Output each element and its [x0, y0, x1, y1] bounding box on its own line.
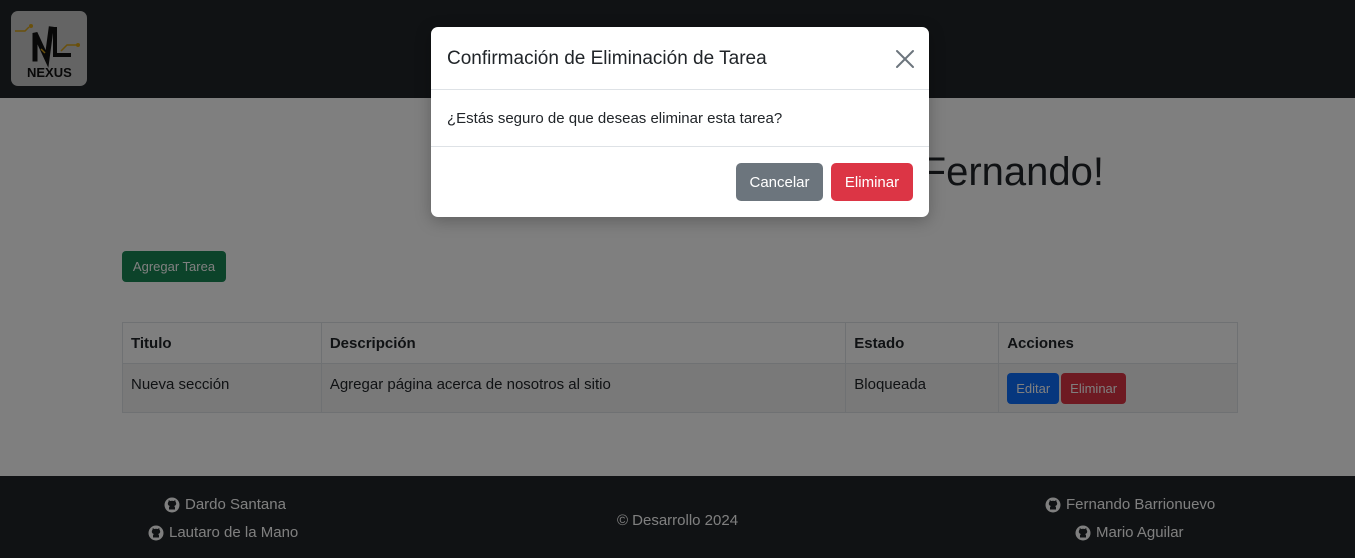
modal-message: ¿Estás seguro de que deseas eliminar est…	[447, 110, 783, 127]
modal-title: Confirmación de Eliminación de Tarea	[447, 48, 767, 69]
close-icon[interactable]	[895, 49, 915, 69]
cancel-button[interactable]: Cancelar	[736, 163, 823, 201]
delete-confirmation-modal: Confirmación de Eliminación de Tarea ¿Es…	[431, 27, 929, 217]
modal-header: Confirmación de Eliminación de Tarea	[431, 27, 929, 90]
modal-footer: Cancelar Eliminar	[431, 147, 929, 217]
modal-body: ¿Estás seguro de que deseas eliminar est…	[431, 90, 929, 147]
confirm-delete-button[interactable]: Eliminar	[831, 163, 913, 201]
